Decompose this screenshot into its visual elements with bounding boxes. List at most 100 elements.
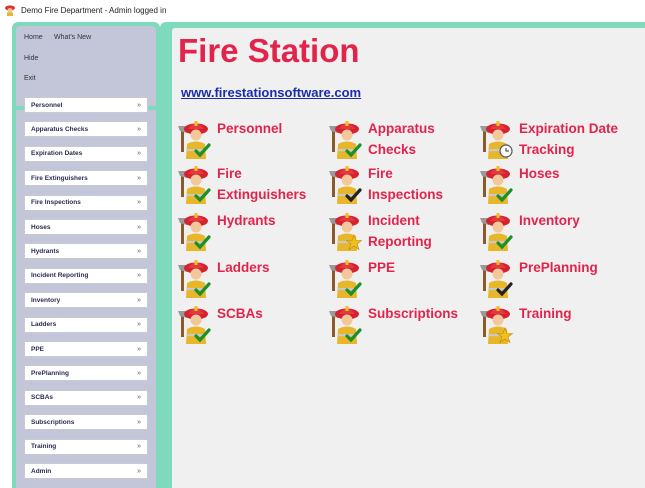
sidebar-section-training[interactable]: Training » (24, 438, 148, 455)
module-incident-reporting[interactable]: Incident Reporting (328, 211, 480, 257)
module-label: Fire Extinguishers (217, 166, 307, 202)
sidebar-section-label: Fire Inspections (31, 199, 81, 207)
sidebar-section-label: Inventory (31, 296, 61, 304)
firefighter-icon (177, 119, 215, 159)
chevron-double-down-icon: » (137, 443, 141, 451)
sidebar-section-admin[interactable]: Admin » (24, 463, 148, 479)
module-ppe[interactable]: PPE (328, 258, 480, 304)
sidebar-section-label: PPE (31, 345, 45, 353)
chevron-double-down-icon: » (137, 369, 141, 377)
module-label: Hoses (519, 166, 560, 181)
module-training[interactable]: Training (479, 304, 631, 350)
sidebar-section-label: Apparatus Checks (31, 125, 89, 133)
sidebar-section-label: Subscriptions (31, 418, 75, 426)
chevron-double-down-icon: » (137, 101, 141, 109)
firefighter-icon (479, 164, 517, 204)
module-hydrants[interactable]: Hydrants (177, 211, 329, 257)
chevron-double-down-icon: » (137, 418, 141, 426)
sidebar-section-scbas[interactable]: SCBAs » (24, 389, 148, 406)
chevron-double-down-icon: » (137, 394, 141, 402)
module-label: Fire Inspections (368, 166, 444, 202)
module-label: PPE (368, 260, 396, 275)
firefighter-icon (479, 211, 517, 251)
firefighter-icon (479, 119, 517, 159)
firefighter-icon (328, 164, 366, 204)
module-label: Apparatus Checks (368, 121, 435, 157)
exit-link[interactable]: Exit (24, 75, 36, 82)
module-preplanning[interactable]: PrePlanning (479, 258, 631, 304)
sidebar-section-hoses[interactable]: Hoses » (24, 219, 148, 235)
chevron-double-down-icon: » (137, 174, 141, 182)
module-label: SCBAs (217, 306, 263, 321)
chevron-double-down-icon: » (137, 125, 141, 133)
sidebar-section-inventory[interactable]: Inventory » (24, 292, 148, 309)
sidebar-section-label: PrePlanning (31, 369, 69, 377)
chevron-double-down-icon: » (137, 223, 141, 231)
firefighter-icon (328, 119, 366, 159)
sidebar-section-label: Admin (31, 467, 52, 475)
sidebar-section-hydrants[interactable]: Hydrants » (24, 243, 148, 260)
firefighter-icon (5, 5, 15, 16)
main-panel: Fire Station www.firestationsoftware.com… (172, 28, 645, 488)
sidebar-section-label: Incident Reporting (31, 272, 89, 280)
firefighter-icon (177, 304, 215, 344)
module-expiration-date-tracking[interactable]: Expiration Date Tracking (479, 119, 631, 165)
module-hoses[interactable]: Hoses (479, 164, 631, 210)
module-label: Hydrants (217, 213, 276, 228)
chevron-double-down-icon: » (137, 272, 141, 280)
module-apparatus-checks[interactable]: Apparatus Checks (328, 119, 480, 165)
sidebar-section-ladders[interactable]: Ladders » (24, 316, 148, 333)
whats-new-link[interactable]: What's New (54, 34, 91, 41)
firefighter-icon (479, 304, 517, 344)
module-label: PrePlanning (519, 260, 598, 275)
window-title-bar: Demo Fire Department - Admin logged in (0, 0, 645, 20)
module-label: Inventory (519, 213, 580, 228)
module-ladders[interactable]: Ladders (177, 258, 329, 304)
home-link[interactable]: Home (24, 34, 43, 41)
firefighter-icon (328, 211, 366, 251)
sidebar-section-label: SCBAs (31, 394, 54, 402)
sidebar-section-ppe[interactable]: PPE » (24, 341, 148, 357)
chevron-double-down-icon: » (137, 321, 141, 329)
module-inventory[interactable]: Inventory (479, 211, 631, 257)
sidebar-section-subscriptions[interactable]: Subscriptions » (24, 414, 148, 431)
sidebar-section-label: Hydrants (31, 247, 60, 255)
module-label: Incident Reporting (368, 213, 432, 249)
firefighter-icon (328, 258, 366, 298)
chevron-double-down-icon: » (137, 247, 141, 255)
module-subscriptions[interactable]: Subscriptions (328, 304, 480, 350)
firefighter-icon (177, 258, 215, 298)
sidebar-section-preplanning[interactable]: PrePlanning » (24, 365, 148, 382)
sidebar-section-apparatus-checks[interactable]: Apparatus Checks » (24, 121, 148, 138)
sidebar-section-label: Expiration Dates (31, 150, 83, 158)
hide-link[interactable]: Hide (24, 55, 38, 62)
website-link[interactable]: www.firestationsoftware.com (181, 85, 361, 100)
sidebar-section-expiration-dates[interactable]: Expiration Dates » (24, 145, 148, 162)
module-label: Training (519, 306, 572, 321)
sidebar-section-fire-extinguishers[interactable]: Fire Extinguishers » (24, 170, 148, 187)
module-label: Subscriptions (368, 306, 459, 321)
module-label: Expiration Date Tracking (519, 121, 619, 157)
sidebar-section-label: Personnel (31, 101, 63, 109)
firefighter-icon (328, 304, 366, 344)
sidebar-section-fire-inspections[interactable]: Fire Inspections » (24, 194, 148, 211)
module-fire-inspections[interactable]: Fire Inspections (328, 164, 480, 210)
sidebar-section-label: Training (31, 443, 57, 451)
sidebar-section-label: Ladders (31, 321, 57, 329)
sidebar-quick-links: Home What's New Hide Exit (16, 26, 156, 106)
sidebar-section-label: Hoses (31, 223, 51, 231)
module-personnel[interactable]: Personnel (177, 119, 329, 165)
module-scbas[interactable]: SCBAs (177, 304, 329, 350)
sidebar-section-label: Fire Extinguishers (31, 174, 88, 182)
sidebar-section-personnel[interactable]: Personnel » (24, 97, 148, 113)
sidebar-section-incident-reporting[interactable]: Incident Reporting » (24, 267, 148, 284)
chevron-double-down-icon: » (137, 150, 141, 158)
chevron-double-down-icon: » (137, 199, 141, 207)
page-title: Fire Station (178, 32, 360, 69)
module-label: Personnel (217, 121, 283, 136)
chevron-double-down-icon: » (137, 467, 141, 475)
module-fire-extinguishers[interactable]: Fire Extinguishers (177, 164, 329, 210)
firefighter-icon (177, 211, 215, 251)
firefighter-icon (479, 258, 517, 298)
sidebar: Home What's New Hide Exit Personnel» Appa… (12, 22, 160, 488)
